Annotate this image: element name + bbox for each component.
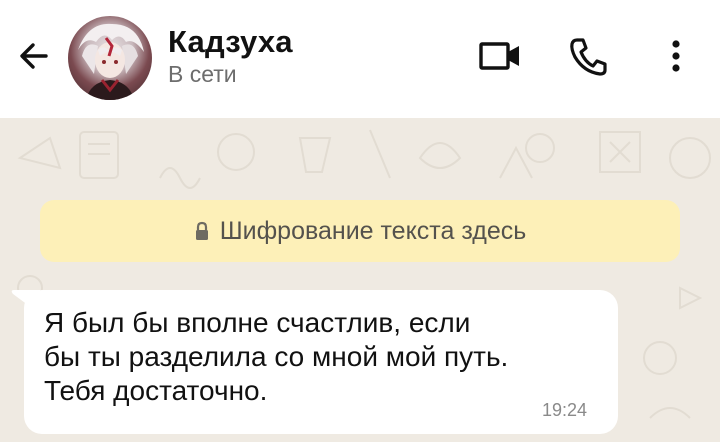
- lock-icon: [195, 221, 208, 240]
- voice-call-button[interactable]: [558, 28, 618, 84]
- encryption-notice-text: Шифрование текста здесь: [219, 216, 527, 245]
- more-vertical-icon: [672, 40, 680, 72]
- chat-header: Кадзуха В сети: [0, 0, 720, 118]
- video-call-button[interactable]: [470, 28, 530, 84]
- avatar[interactable]: [68, 16, 152, 100]
- video-camera-icon: [479, 42, 519, 70]
- back-button[interactable]: [14, 36, 54, 76]
- encryption-notice[interactable]: Шифрование текста здесь: [40, 200, 680, 262]
- contact-name[interactable]: Кадзуха: [168, 24, 293, 60]
- chat-area[interactable]: Шифрование текста здесь Я был бы вполне …: [0, 118, 720, 442]
- more-options-button[interactable]: [646, 28, 706, 84]
- arrow-left-icon: [20, 43, 48, 69]
- message-text: Я был бы вполне счастлив, если бы ты раз…: [44, 307, 509, 406]
- online-status: В сети: [168, 61, 237, 87]
- phone-icon: [570, 38, 607, 76]
- message-timestamp: 19:24: [542, 400, 588, 420]
